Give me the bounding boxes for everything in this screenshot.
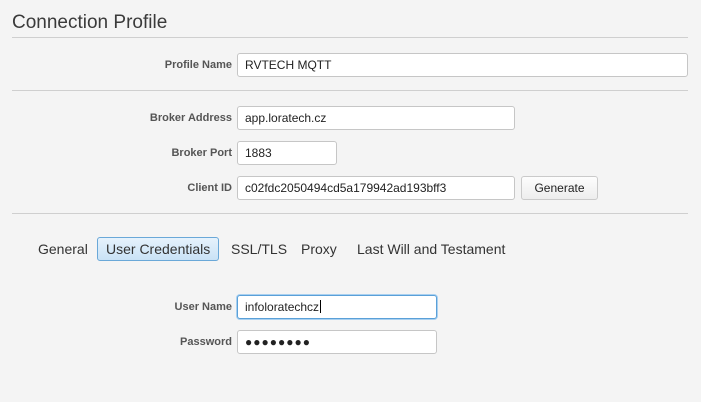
user-name-label: User Name (174, 301, 232, 313)
profile-name-field[interactable]: RVTECH MQTT (237, 53, 688, 77)
connection-profile-title: Connection Profile (12, 12, 168, 33)
tab-proxy[interactable]: Proxy (292, 237, 346, 261)
generate-button[interactable]: Generate (521, 176, 598, 200)
tab-last-will-and-testament[interactable]: Last Will and Testament (348, 237, 514, 261)
text-cursor (320, 300, 322, 313)
client-id-field[interactable]: c02fdc2050494cd5a179942ad193bff3 (237, 176, 515, 200)
broker-port-label: Broker Port (171, 147, 232, 159)
broker-address-field[interactable]: app.loratech.cz (237, 106, 515, 130)
profile-divider (12, 90, 688, 91)
broker-address-label: Broker Address (149, 112, 232, 124)
broker-port-field[interactable]: 1883 (237, 141, 337, 165)
tab-user-credentials[interactable]: User Credentials (97, 237, 220, 261)
profile-name-label: Profile Name (164, 59, 232, 71)
user-name-field[interactable]: infoloratechcz (237, 295, 437, 319)
client-id-label: Client ID (187, 182, 232, 194)
user-name-value: infoloratechcz (245, 300, 320, 314)
title-divider (12, 37, 688, 38)
password-label: Password (180, 336, 232, 348)
tab-ssl-tls[interactable]: SSL/TLS (222, 237, 296, 261)
password-field[interactable]: ●●●●●●●● (237, 330, 437, 354)
tab-general[interactable]: General (29, 237, 97, 261)
broker-divider (12, 213, 688, 214)
